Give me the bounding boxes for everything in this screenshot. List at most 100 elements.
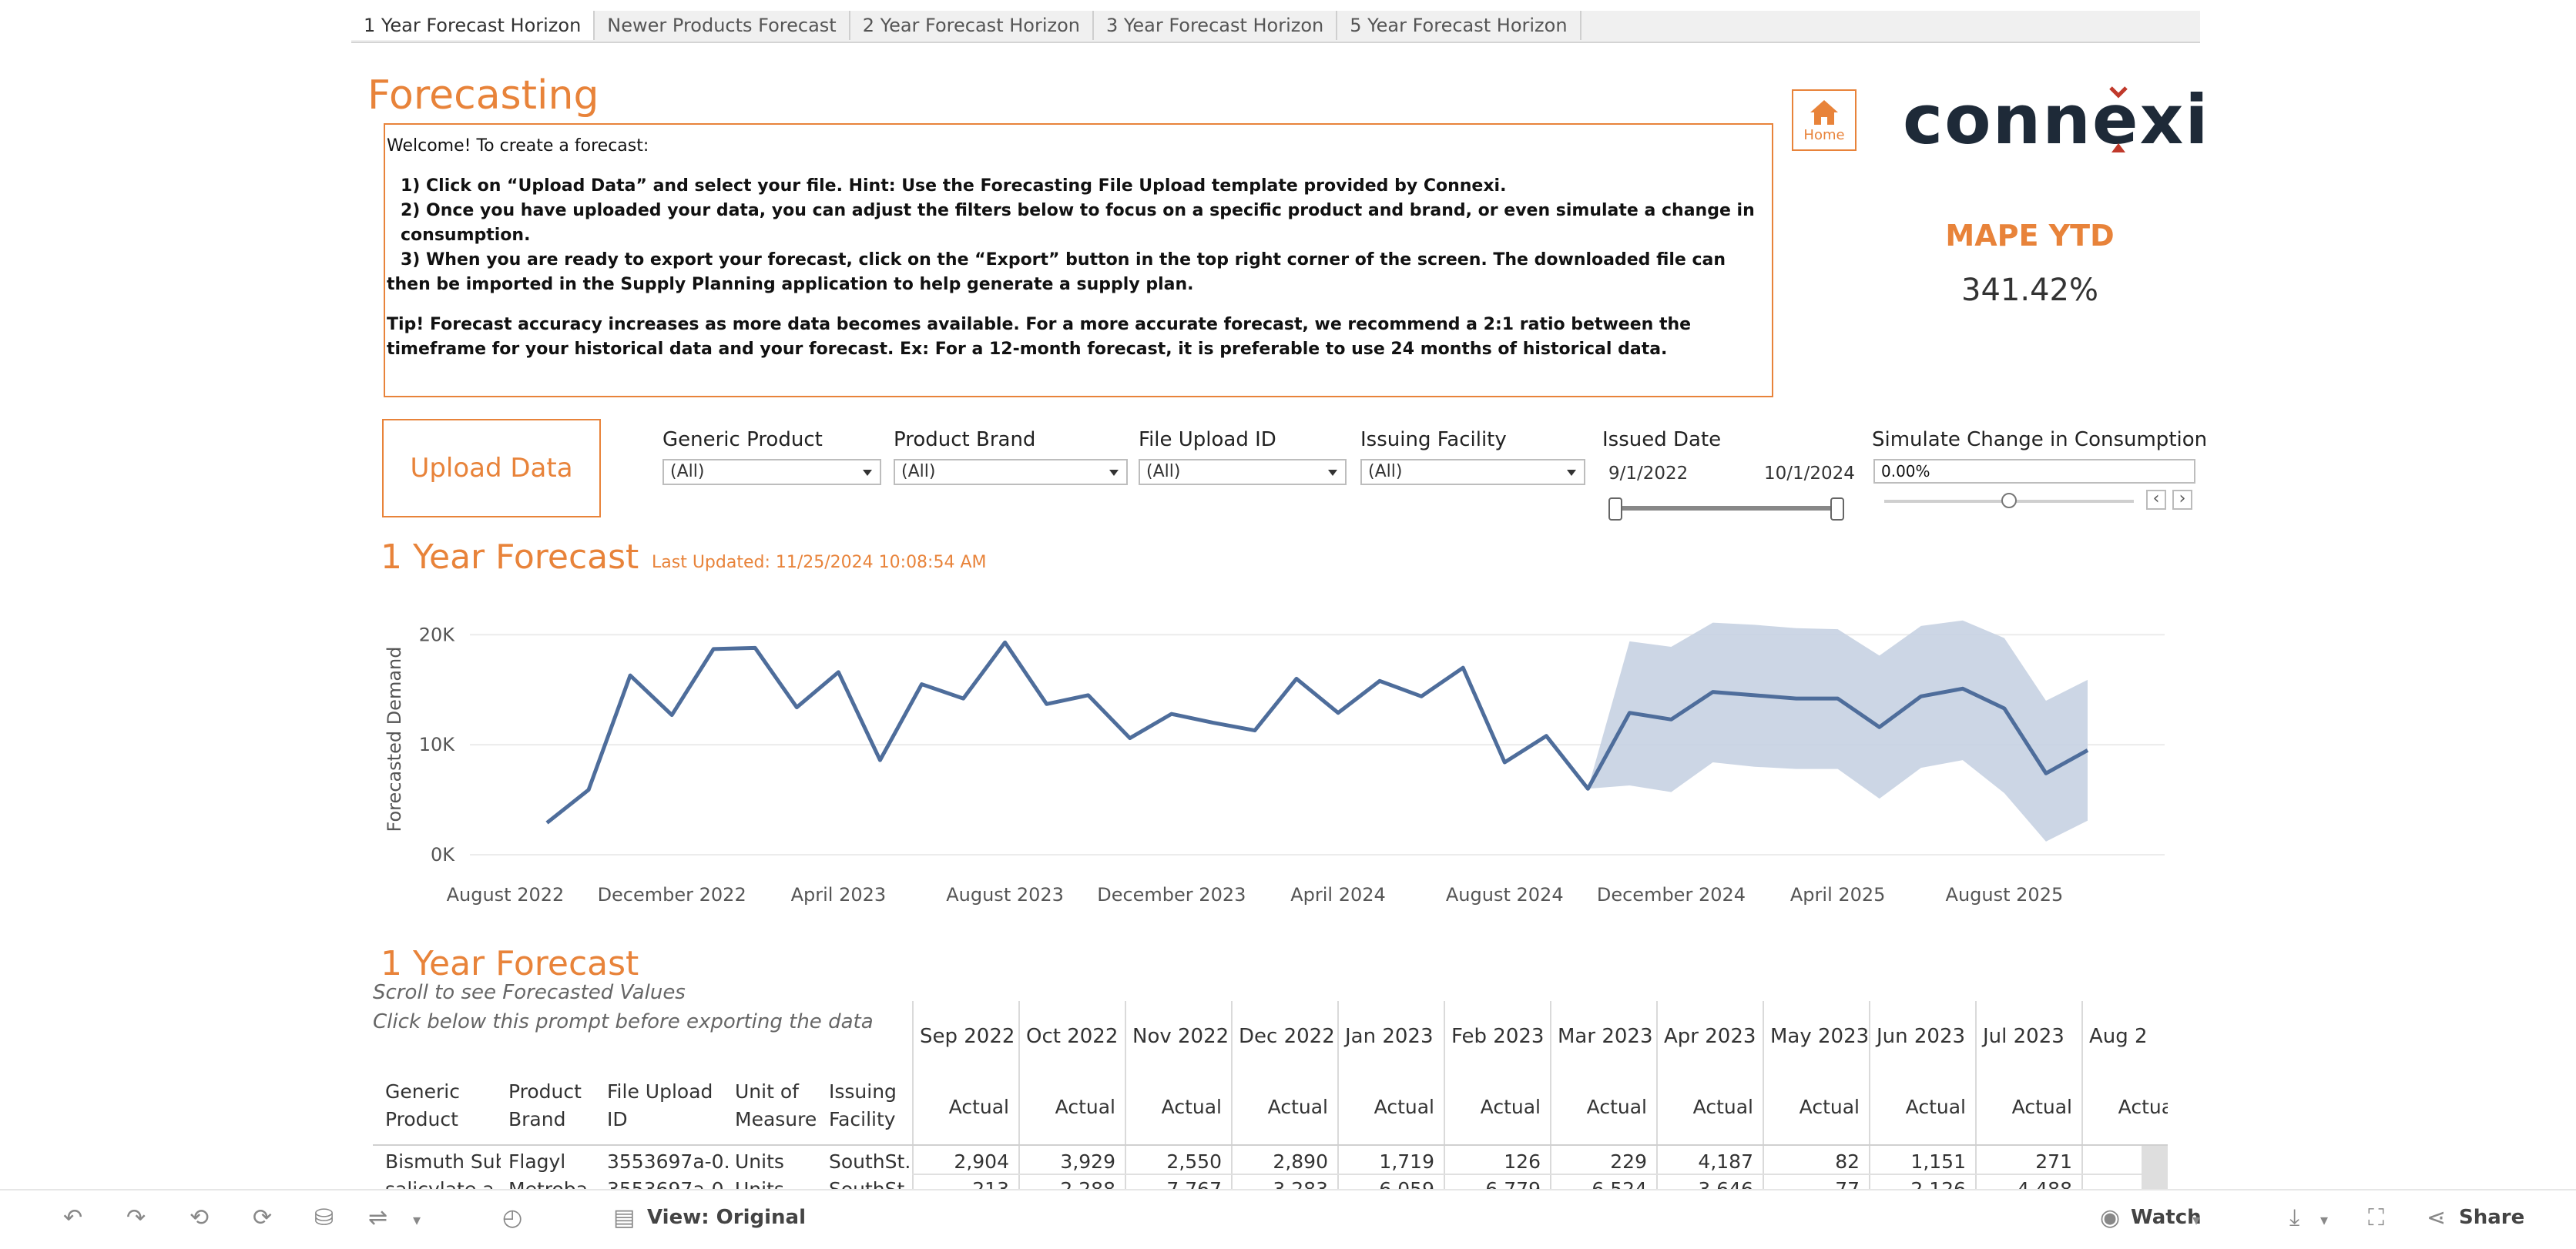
upload-data-button[interactable]: Upload Data — [382, 419, 601, 517]
view-icon: ▤ — [613, 1204, 636, 1231]
issuing-facility-dropdown[interactable]: (All) — [1360, 459, 1585, 485]
table-value-cell[interactable]: 1,719 — [1337, 1150, 1434, 1173]
measure-header: Actual — [2011, 1096, 2072, 1118]
month-header: Nov 2022 — [1132, 1025, 1229, 1048]
table-value-cell[interactable]: 77 — [1763, 1178, 1860, 1189]
cell-product-brand: Metroba.. — [508, 1178, 601, 1189]
table-value-cell[interactable]: 6,524 — [1550, 1178, 1647, 1189]
file-upload-id-dropdown[interactable]: (All) — [1139, 459, 1347, 485]
table-value-cell[interactable]: 6,059 — [1337, 1178, 1434, 1189]
chevron-down-icon[interactable]: ▾ — [413, 1210, 421, 1229]
table-value-cell[interactable]: 126 — [1444, 1150, 1541, 1173]
filter-label-issuing-facility: Issuing Facility — [1360, 428, 1507, 451]
product-brand-value: (All) — [901, 462, 936, 481]
forecast-table-title: 1 Year Forecast — [381, 944, 639, 983]
table-value-cell[interactable]: 213 — [912, 1178, 1009, 1189]
forecast-table[interactable]: Generic Product Product Brand File Upload … — [373, 1001, 2168, 1189]
tab-newer-products-forecast[interactable]: Newer Products Forecast — [595, 11, 850, 40]
table-value-cell[interactable]: 4,488 — [1975, 1178, 2072, 1189]
redo-icon[interactable]: ↷ — [126, 1204, 146, 1231]
issued-date-end[interactable]: 10/1/2024 — [1764, 464, 1855, 484]
revert-icon[interactable]: ⟲ — [190, 1204, 209, 1231]
issuing-facility-value: (All) — [1368, 462, 1403, 481]
measure-header: Actual — [948, 1096, 1009, 1118]
vertical-scrollbar[interactable] — [2142, 1146, 2168, 1189]
row-header-label: Generic Product — [385, 1080, 460, 1130]
metrics-icon[interactable]: ◴ — [502, 1204, 522, 1231]
table-value-cell[interactable]: 3,646 — [1656, 1178, 1753, 1189]
chevron-right-icon[interactable]: › — [2172, 490, 2192, 510]
file-upload-id-value: (All) — [1146, 462, 1181, 481]
table-value-cell[interactable]: 4,187 — [1656, 1150, 1753, 1173]
product-brand-dropdown[interactable]: (All) — [894, 459, 1128, 485]
issued-date-range-slider[interactable] — [1613, 506, 1836, 511]
data-source-icon[interactable]: ⛁ — [314, 1204, 334, 1231]
simulate-change-value: 0.00% — [1881, 462, 1930, 481]
table-value-cell[interactable]: 3,283 — [1231, 1178, 1328, 1189]
measure-header: Actual — [1055, 1096, 1115, 1118]
pause-updates-icon[interactable]: ⇌ — [368, 1204, 387, 1231]
table-value-cell[interactable]: 229 — [1550, 1150, 1647, 1173]
chevron-left-icon[interactable]: ‹ — [2146, 490, 2166, 510]
cell-product-brand: Flagyl — [508, 1150, 566, 1173]
cell-unit: Units — [735, 1178, 820, 1189]
fullscreen-icon[interactable]: ⛶ — [2368, 1204, 2384, 1231]
table-value-cell[interactable]: 1,151 — [1869, 1150, 1966, 1173]
chevron-down-icon — [1328, 470, 1337, 476]
measure-header: Actual — [1692, 1096, 1753, 1118]
undo-icon[interactable]: ↶ — [63, 1204, 82, 1231]
issued-date-start[interactable]: 9/1/2022 — [1608, 464, 1688, 484]
simulate-change-slider-handle[interactable] — [2001, 493, 2017, 508]
chevron-down-icon[interactable]: ▾ — [2192, 1210, 2200, 1229]
table-value-cell[interactable]: 2,288 — [1018, 1178, 1115, 1189]
table-value-cell[interactable]: 7,767 — [1125, 1178, 1222, 1189]
chevron-down-icon[interactable]: ▾ — [2320, 1210, 2328, 1229]
filter-label-file-upload-id: File Upload ID — [1139, 428, 1276, 451]
month-header: Apr 2023 — [1664, 1025, 1756, 1048]
refresh-icon[interactable]: ⟳ — [253, 1204, 272, 1231]
measure-header: Actual — [1267, 1096, 1328, 1118]
chevron-down-icon — [863, 470, 872, 476]
row-header-label: Unit of Measure — [735, 1080, 817, 1130]
issued-date-end-handle[interactable] — [1830, 497, 1844, 521]
tab-1-year-forecast[interactable]: 1 Year Forecast Horizon — [351, 11, 595, 40]
table-value-cell[interactable]: 82 — [1763, 1150, 1860, 1173]
tab-5-year-forecast[interactable]: 5 Year Forecast Horizon — [1337, 11, 1581, 40]
table-value-cell[interactable]: 6,779 — [1444, 1178, 1541, 1189]
table-value-cell[interactable]: 2,890 — [1231, 1150, 1328, 1173]
home-button[interactable]: Home — [1792, 89, 1857, 151]
x-tick-label: April 2025 — [1790, 884, 1886, 906]
cell-file-upload-id: 3553697a-0.. — [607, 1150, 730, 1173]
row-header-label: Product Brand — [508, 1080, 582, 1130]
download-icon[interactable]: ⤓ — [2289, 1204, 2299, 1231]
instruction-step-2: 2) Once you have uploaded your data, you… — [401, 201, 1755, 245]
watch-button[interactable]: Watch — [2131, 1206, 2202, 1229]
instruction-tip: Tip! Forecast accuracy increases as more… — [387, 315, 1692, 359]
generic-product-dropdown[interactable]: (All) — [662, 459, 881, 485]
y-tick-label: 0K — [431, 844, 455, 866]
month-header: May 2023 — [1770, 1025, 1870, 1048]
instructions-panel: Welcome! To create a forecast: 1) Click … — [384, 123, 1773, 397]
forecast-chart-title: 1 Year Forecast — [381, 537, 639, 577]
view-original-button[interactable]: View: Original — [647, 1206, 806, 1229]
header-divider — [373, 1144, 2168, 1146]
row-header-label: Issuing Facility — [829, 1080, 897, 1130]
table-value-cell[interactable]: 2,904 — [912, 1150, 1009, 1173]
simulate-change-input[interactable]: 0.00% — [1873, 459, 2195, 484]
instruction-step-3: 3) When you are ready to export your for… — [387, 250, 1726, 294]
filter-label-issued-date: Issued Date — [1602, 428, 1722, 451]
x-tick-label: December 2022 — [598, 884, 746, 906]
tab-3-year-forecast[interactable]: 3 Year Forecast Horizon — [1094, 11, 1338, 40]
table-value-cell[interactable]: 3,929 — [1018, 1150, 1115, 1173]
share-button[interactable]: Share — [2459, 1206, 2524, 1229]
month-header: Oct 2022 — [1026, 1025, 1119, 1048]
y-tick-label: 10K — [419, 734, 456, 755]
table-value-cell[interactable]: 271 — [1975, 1150, 2072, 1173]
month-header: Dec 2022 — [1239, 1025, 1335, 1048]
table-value-cell[interactable]: 2,126 — [1869, 1178, 1966, 1189]
issued-date-start-handle[interactable] — [1608, 497, 1622, 521]
table-value-cell[interactable]: 2,550 — [1125, 1150, 1222, 1173]
tab-2-year-forecast[interactable]: 2 Year Forecast Horizon — [850, 11, 1094, 40]
x-tick-label: April 2024 — [1290, 884, 1386, 906]
cell-facility: SouthSt.. — [829, 1178, 909, 1189]
